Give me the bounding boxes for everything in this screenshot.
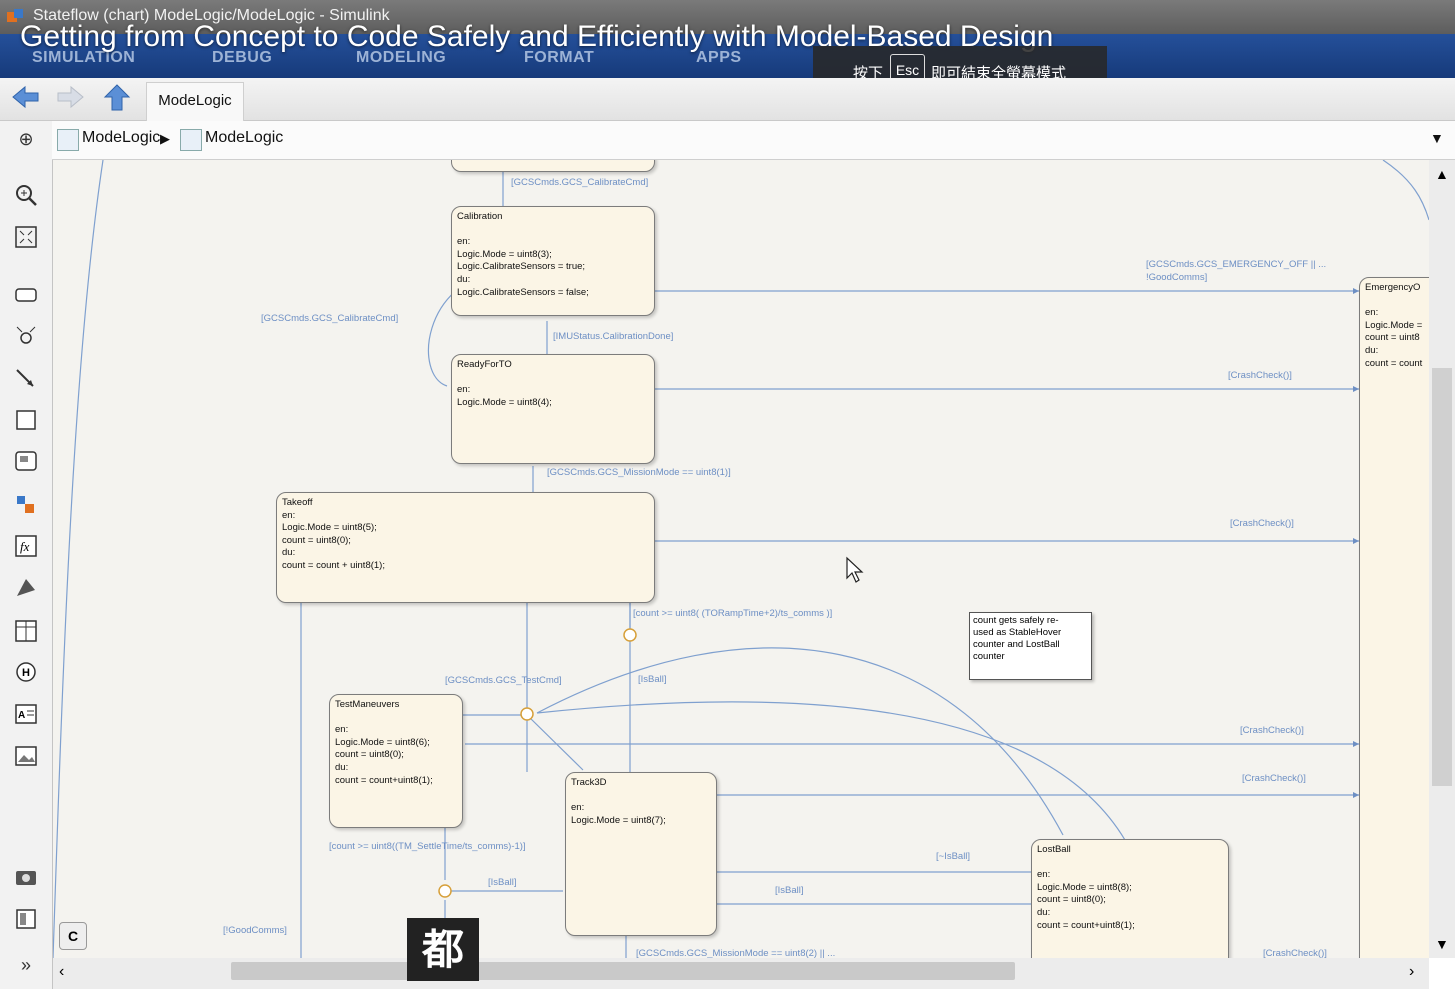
- model-tab[interactable]: ModeLogic: [146, 82, 244, 121]
- transition-label[interactable]: [CrashCheck()]: [1263, 948, 1327, 958]
- state-calibration[interactable]: Calibration en: Logic.Mode = uint8(3); L…: [451, 206, 655, 316]
- simulink-function-icon[interactable]: [12, 493, 40, 521]
- chart-icon: [180, 129, 202, 151]
- screenshot-icon[interactable]: [12, 865, 40, 893]
- transition-label[interactable]: [IsBall]: [775, 885, 804, 896]
- transition-label[interactable]: [count >= uint8((TM_SettleTime/ts_comms)…: [329, 841, 526, 852]
- breadcrumb-chart[interactable]: ModeLogic: [205, 129, 283, 147]
- scroll-down-icon[interactable]: ▼: [1435, 936, 1449, 952]
- transition-lines: [53, 160, 1429, 958]
- mouse-cursor-icon: [845, 556, 865, 589]
- state-emergency[interactable]: EmergencyO en: Logic.Mode = count = uint…: [1359, 277, 1429, 958]
- history-junction-icon[interactable]: H: [12, 660, 40, 688]
- subchart-icon[interactable]: [12, 449, 40, 477]
- transition-label[interactable]: [CrashCheck()]: [1242, 773, 1306, 784]
- breadcrumb-model[interactable]: ModeLogic: [82, 129, 160, 147]
- object-palette: ⊕ fx H A »: [0, 121, 53, 989]
- vertical-scroll-thumb[interactable]: [1432, 368, 1452, 786]
- breadcrumb: ModeLogic ▶ ModeLogic ▼: [52, 121, 1455, 160]
- transition-label[interactable]: !GoodComms]: [1146, 272, 1207, 283]
- state-tool-icon[interactable]: [12, 283, 40, 311]
- default-transition-icon[interactable]: [12, 324, 40, 352]
- transition-label[interactable]: [GCSCmds.GCS_CalibrateCmd]: [261, 313, 398, 324]
- navigation-toolbar: ModeLogic: [0, 78, 1455, 121]
- transition-label[interactable]: [GCSCmds.GCS_TestCmd]: [445, 675, 562, 686]
- state-previous[interactable]: [451, 160, 655, 172]
- model-icon: [57, 129, 79, 151]
- up-arrow-icon[interactable]: [100, 82, 134, 114]
- image-icon[interactable]: [12, 744, 40, 772]
- transition-label[interactable]: [CrashCheck()]: [1240, 725, 1304, 736]
- vertical-scrollbar[interactable]: ▲ ▼: [1429, 160, 1455, 958]
- chart-properties-icon[interactable]: C: [59, 922, 87, 950]
- scroll-up-icon[interactable]: ▲: [1435, 166, 1449, 182]
- transition-label[interactable]: [CrashCheck()]: [1230, 518, 1294, 529]
- state-testmaneuvers[interactable]: TestManeuvers en: Logic.Mode = uint8(6);…: [329, 694, 463, 828]
- transition-label[interactable]: [!GoodComms]: [223, 925, 287, 936]
- forward-arrow-icon[interactable]: [54, 82, 88, 114]
- hide-pane-icon[interactable]: ⊕: [12, 125, 40, 153]
- transition-label[interactable]: [GCSCmds.GCS_CalibrateCmd]: [511, 177, 648, 188]
- svg-text:A: A: [18, 710, 25, 721]
- simulink-state-icon[interactable]: [12, 576, 40, 604]
- state-lostball[interactable]: LostBall en: Logic.Mode = uint8(8); coun…: [1031, 839, 1229, 958]
- horizontal-scrollbar[interactable]: ‹ ›: [53, 958, 1429, 989]
- transition-label[interactable]: [GCSCmds.GCS_EMERGENCY_OFF || ...: [1146, 259, 1326, 270]
- scroll-right-icon[interactable]: ›: [1409, 963, 1414, 981]
- caption-overlay: 都: [407, 918, 479, 981]
- state-takeoff[interactable]: Takeoff en: Logic.Mode = uint8(5); count…: [276, 492, 655, 603]
- explorer-icon[interactable]: [12, 907, 40, 935]
- horizontal-scroll-thumb[interactable]: [231, 962, 1015, 980]
- svg-text:fx: fx: [20, 539, 30, 554]
- transition-label[interactable]: [GCSCmds.GCS_MissionMode == uint8(2) || …: [636, 948, 835, 958]
- scroll-left-icon[interactable]: ‹: [59, 963, 64, 981]
- fit-view-icon[interactable]: [12, 225, 40, 253]
- zoom-icon[interactable]: [12, 183, 40, 211]
- transition-label[interactable]: [CrashCheck()]: [1228, 370, 1292, 381]
- transition-label[interactable]: [IsBall]: [488, 877, 517, 888]
- state-readyforto[interactable]: ReadyForTO en: Logic.Mode = uint8(4);: [451, 354, 655, 464]
- svg-text:H: H: [22, 667, 30, 679]
- transition-label[interactable]: [GCSCmds.GCS_MissionMode == uint8(1)]: [547, 467, 731, 478]
- stateflow-canvas[interactable]: Calibration en: Logic.Mode = uint8(3); L…: [53, 160, 1429, 958]
- annotation-icon[interactable]: A: [12, 702, 40, 730]
- expand-icon[interactable]: »: [12, 951, 40, 979]
- chevron-down-icon[interactable]: ▼: [1430, 130, 1444, 146]
- transition-label[interactable]: [IsBall]: [638, 674, 667, 685]
- matlab-function-icon[interactable]: fx: [12, 534, 40, 562]
- transition-label[interactable]: [~IsBall]: [936, 851, 970, 862]
- annotation-note[interactable]: count gets safely re- used as StableHove…: [969, 612, 1092, 680]
- breadcrumb-separator-icon: ▶: [160, 131, 170, 146]
- transition-tool-icon[interactable]: [12, 367, 40, 395]
- state-track3d[interactable]: Track3D en: Logic.Mode = uint8(7);: [565, 772, 717, 936]
- box-icon[interactable]: [12, 408, 40, 436]
- back-arrow-icon[interactable]: [8, 82, 42, 114]
- transition-label[interactable]: [count >= uint8( (TORampTime+2)/ts_comms…: [633, 608, 832, 619]
- truth-table-icon[interactable]: [12, 619, 40, 647]
- transition-label[interactable]: [IMUStatus.CalibrationDone]: [553, 331, 673, 342]
